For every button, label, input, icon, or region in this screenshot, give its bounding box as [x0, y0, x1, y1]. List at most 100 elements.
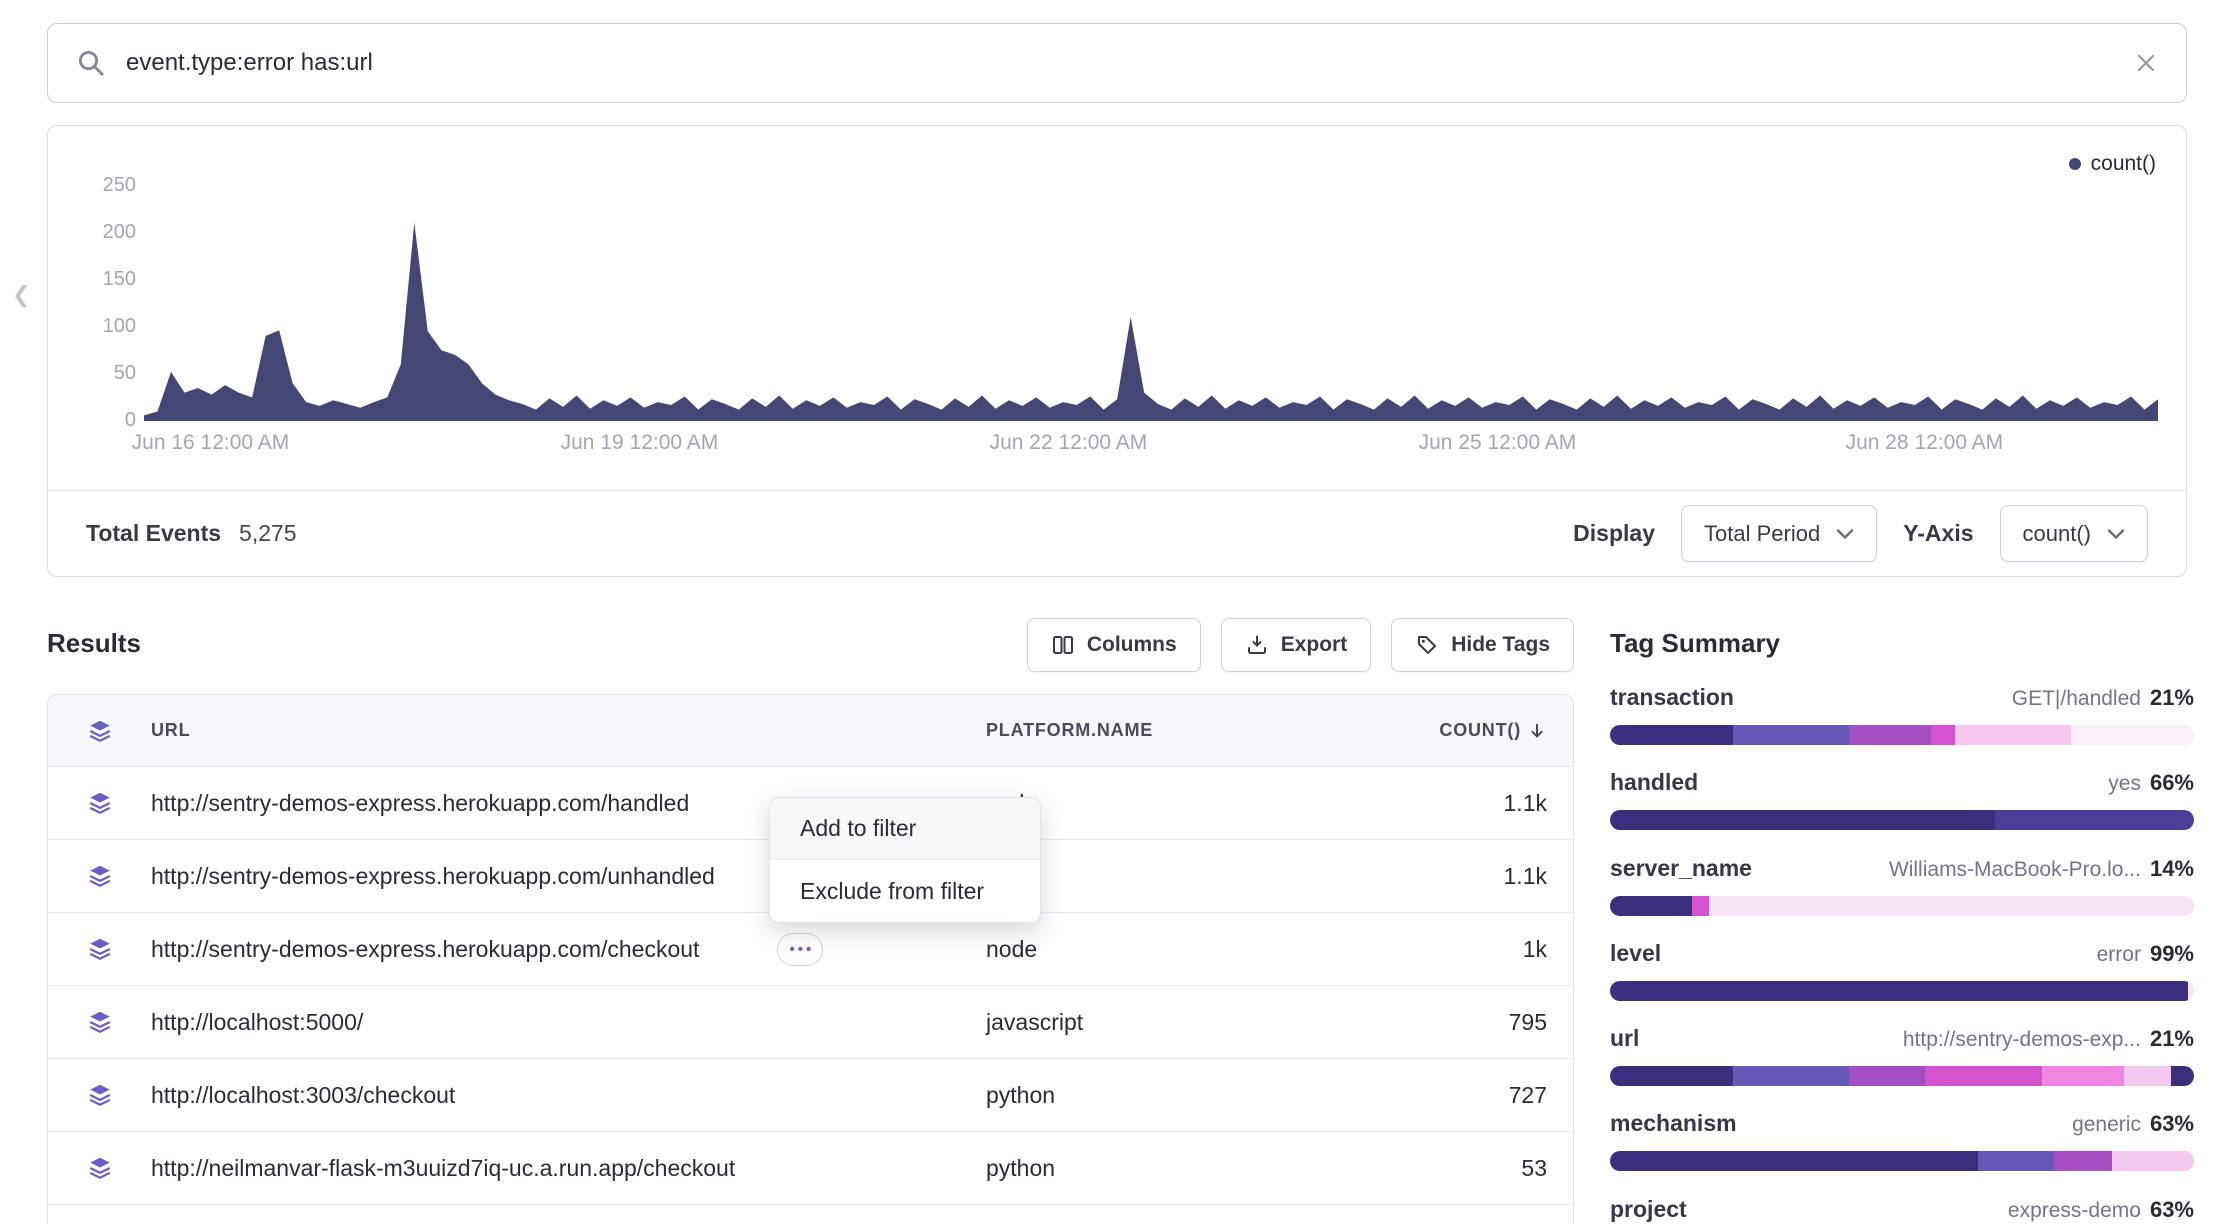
count-cell[interactable]: 1.1k	[1353, 863, 1573, 890]
tag-value: yes66%	[2108, 770, 2194, 796]
url-cell[interactable]: http://sentry-demos-express.herokuapp.co…	[151, 790, 689, 817]
tag-top-value: yes	[2108, 772, 2141, 795]
tag-name: transaction	[1610, 684, 1734, 711]
tag-percentage: 21%	[2150, 1026, 2194, 1051]
tag-distribution-bar[interactable]	[1610, 725, 2194, 745]
stack-column-header-icon[interactable]	[48, 718, 151, 744]
header-url[interactable]: URL	[151, 720, 986, 741]
platform-cell[interactable]: python	[986, 1082, 1353, 1109]
tag-percentage: 99%	[2150, 941, 2194, 966]
header-count-label: COUNT()	[1439, 720, 1521, 741]
menu-item-exclude-from-filter[interactable]: Exclude from filter	[770, 860, 1040, 922]
platform-cell[interactable]: node	[986, 936, 1353, 963]
header-count[interactable]: COUNT()	[1353, 720, 1573, 741]
y-tick: 0	[72, 406, 136, 434]
tag-value: GET|/handled21%	[2012, 685, 2194, 711]
table-row[interactable]: http://localhost:3003/checkout python 72…	[48, 1059, 1573, 1132]
tag-summary-row: handled yes66%	[1610, 769, 2194, 830]
tag-bar-segment	[1733, 725, 1850, 745]
y-tick: 100	[72, 312, 136, 340]
tag-percentage: 63%	[2150, 1197, 2194, 1222]
y-tick: 50	[72, 359, 136, 387]
url-cell[interactable]: http://neilmanvar-flask-m3uuizd7iq-uc.a.…	[151, 1155, 735, 1182]
menu-item-add-to-filter[interactable]: Add to filter	[770, 798, 1040, 860]
x-tick: Jun 25 12:00 AM	[1419, 431, 1577, 455]
tag-bar-segment	[1610, 725, 1733, 745]
table-row[interactable]: http://sentry-demos-express.herokuapp.co…	[48, 913, 1573, 986]
tag-bar-segment	[2071, 725, 2194, 745]
url-cell[interactable]: http://sentry-demos-express.herokuapp.co…	[151, 863, 715, 890]
cell-actions-button[interactable]: •••	[777, 933, 823, 966]
tag-bar-segment	[1925, 1066, 2042, 1086]
platform-cell[interactable]: javascript	[986, 1009, 1353, 1036]
tag-name: mechanism	[1610, 1110, 1737, 1137]
tag-name: handled	[1610, 769, 1698, 796]
y-tick: 250	[72, 171, 136, 199]
count-cell[interactable]: 727	[1353, 1082, 1573, 1109]
hide-tags-button[interactable]: Hide Tags	[1391, 618, 1574, 672]
tag-top-value: GET|/handled	[2012, 687, 2141, 710]
hide-tags-button-label: Hide Tags	[1451, 633, 1550, 657]
tag-bar-segment	[1709, 896, 2194, 916]
tag-name: server_name	[1610, 855, 1752, 882]
tag-bar-segment	[1931, 725, 1954, 745]
y-tick: 150	[72, 265, 136, 293]
tag-top-value: express-demo	[2008, 1199, 2141, 1222]
tag-bar-segment	[2124, 1066, 2171, 1086]
tag-summary-row: mechanism generic 63%	[1610, 1110, 2194, 1171]
count-cell[interactable]: 1.1k	[1353, 790, 1573, 817]
stack-icon[interactable]	[48, 1155, 151, 1181]
x-tick: Jun 16 12:00 AM	[132, 431, 290, 455]
export-button[interactable]: Export	[1221, 618, 1372, 672]
tag-bar-segment	[1610, 810, 1995, 830]
stack-icon[interactable]	[48, 863, 151, 889]
tag-bar-segment	[2188, 981, 2194, 1001]
search-icon	[76, 48, 106, 78]
tag-percentage: 63%	[2150, 1111, 2194, 1136]
stack-icon[interactable]	[48, 1009, 151, 1035]
sidebar-collapse-icon[interactable]: ❮	[12, 282, 30, 308]
export-button-label: Export	[1281, 633, 1348, 657]
stack-icon[interactable]	[48, 790, 151, 816]
url-cell[interactable]: http://sentry-demos-express.herokuapp.co…	[151, 936, 699, 963]
tag-bar-segment	[1610, 1066, 1733, 1086]
download-icon	[1245, 633, 1269, 657]
platform-cell[interactable]: node	[986, 790, 1353, 817]
columns-button[interactable]: Columns	[1027, 618, 1201, 672]
count-cell[interactable]: 1k	[1353, 936, 1573, 963]
header-platform[interactable]: PLATFORM.NAME	[986, 720, 1353, 741]
platform-cell[interactable]: node	[986, 863, 1353, 890]
count-cell[interactable]: 53	[1353, 1155, 1573, 1182]
results-title: Results	[47, 628, 141, 659]
tag-distribution-bar[interactable]	[1610, 1151, 2194, 1171]
count-cell[interactable]: 795	[1353, 1009, 1573, 1036]
tag-value: generic 63%	[2072, 1111, 2194, 1137]
tag-distribution-bar[interactable]	[1610, 810, 2194, 830]
tag-distribution-bar[interactable]	[1610, 1066, 2194, 1086]
tag-bar-segment	[1995, 810, 2194, 830]
tag-name: project	[1610, 1196, 1687, 1223]
url-cell[interactable]: http://localhost:5000/	[151, 1009, 363, 1036]
tag-distribution-bar[interactable]	[1610, 981, 2194, 1001]
table-row[interactable]: http://neilmanvar-flask-m3uuizd7iq-uc.a.…	[48, 1132, 1573, 1205]
x-tick: Jun 19 12:00 AM	[561, 431, 719, 455]
stack-icon[interactable]	[48, 1082, 151, 1108]
tag-percentage: 14%	[2150, 856, 2194, 881]
tag-distribution-bar[interactable]	[1610, 896, 2194, 916]
platform-cell[interactable]: python	[986, 1155, 1353, 1182]
tag-summary-panel: transaction GET|/handled21% handled yes6…	[1610, 0, 2194, 1224]
url-cell[interactable]: http://localhost:3003/checkout	[151, 1082, 455, 1109]
results-toolbar: Columns Export Hide Tags	[1040, 618, 1574, 672]
tag-bar-segment	[2112, 1151, 2194, 1171]
total-events-label: Total Events	[86, 520, 221, 547]
tag-bar-segment	[1733, 1066, 1850, 1086]
tag-bar-segment	[1978, 1151, 2054, 1171]
table-row[interactable]: http://localhost:5000/ javascript 795	[48, 986, 1573, 1059]
stack-icon[interactable]	[48, 936, 151, 962]
tag-summary-row: level error99%	[1610, 940, 2194, 1001]
tag-top-value: generic	[2072, 1113, 2141, 1136]
tag-bar-segment	[1849, 725, 1931, 745]
x-tick: Jun 22 12:00 AM	[990, 431, 1148, 455]
cell-context-menu: Add to filter Exclude from filter	[769, 797, 1041, 923]
y-tick: 200	[72, 218, 136, 246]
